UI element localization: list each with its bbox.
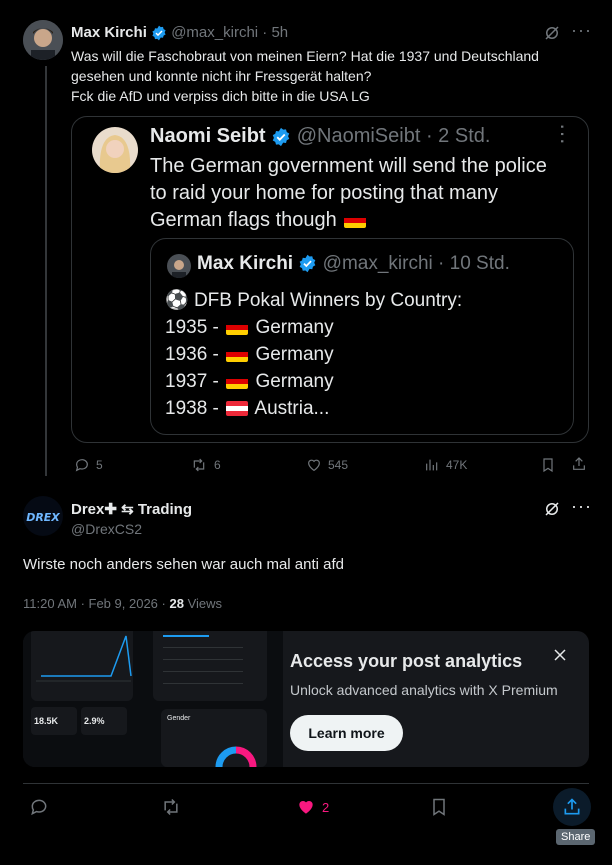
post-time: · 10 Std. bbox=[438, 253, 510, 274]
avatar bbox=[167, 254, 191, 278]
svg-text:DREX: DREX bbox=[26, 511, 60, 524]
avatar-image bbox=[23, 20, 63, 60]
quote-text-line: The German government will send the poli… bbox=[150, 155, 547, 177]
like-button[interactable]: 545 bbox=[306, 457, 348, 473]
author-name: Max Kirchi bbox=[197, 253, 294, 274]
author-handle[interactable]: @max_kirchi bbox=[171, 24, 258, 41]
quoted-post[interactable]: Naomi Seibt @NaomiSeibt · 2 Std. ··· The… bbox=[71, 116, 589, 443]
avatar-image bbox=[92, 127, 138, 173]
nested-row: 1937 - Germany bbox=[165, 371, 334, 392]
learn-more-label: Learn more bbox=[308, 725, 385, 741]
germany-flag-icon bbox=[226, 374, 249, 389]
quote-text-line: German flags though bbox=[150, 207, 547, 234]
analytics-promo-card: 18.5K 2.9% Gender Access your post analy… bbox=[23, 631, 589, 767]
author-name: Naomi Seibt bbox=[150, 125, 266, 147]
author-handle: @max_kirchi bbox=[322, 253, 433, 274]
heart-icon bbox=[308, 459, 320, 472]
author-name[interactable]: Drex✚ ⇆ Trading bbox=[71, 501, 192, 518]
avatar bbox=[92, 127, 138, 173]
share-icon bbox=[564, 798, 580, 815]
germany-flag-icon bbox=[226, 347, 249, 362]
analytics-icon bbox=[426, 459, 438, 471]
learn-more-button[interactable]: Learn more bbox=[290, 715, 403, 751]
analytics-preview-image: 18.5K 2.9% Gender bbox=[23, 631, 283, 767]
thumb-stat: 18.5K bbox=[34, 716, 59, 726]
verified-badge-icon bbox=[152, 25, 166, 41]
grok-icon[interactable] bbox=[543, 24, 561, 42]
bookmark-icon[interactable] bbox=[429, 797, 449, 817]
repost-icon bbox=[193, 458, 205, 472]
share-tooltip: Share bbox=[556, 829, 596, 845]
reply-icon bbox=[75, 459, 88, 472]
nested-row: 1936 - Germany bbox=[165, 344, 334, 365]
post-text-line: Fck die AfD und verpiss dich bitte in di… bbox=[71, 88, 370, 104]
avatar[interactable]: DREX bbox=[23, 496, 63, 536]
soccer-ball-icon: ⚽ bbox=[165, 290, 189, 311]
nested-quoted-post[interactable]: Max Kirchi @max_kirchi · 10 Std. ⚽ DFB P… bbox=[150, 238, 574, 435]
repost-icon[interactable] bbox=[160, 797, 182, 817]
post-text-line: gesehen und konnte nicht ihr Fressgerät … bbox=[71, 68, 372, 84]
repost-count: 6 bbox=[214, 458, 221, 472]
promo-title: Access your post analytics bbox=[290, 651, 523, 671]
like-count: 2 bbox=[322, 799, 330, 815]
like-count: 545 bbox=[328, 458, 349, 472]
more-options-icon[interactable]: ··· bbox=[551, 123, 576, 145]
nested-row: 1935 - Germany bbox=[165, 317, 334, 338]
grok-icon[interactable] bbox=[543, 500, 561, 518]
reply-icon[interactable] bbox=[29, 797, 49, 817]
reply-button[interactable]: 5 bbox=[74, 457, 103, 473]
thumb-stat: 2.9% bbox=[84, 716, 105, 726]
share-icon[interactable] bbox=[571, 456, 587, 472]
nested-text-line: ⚽ DFB Pokal Winners by Country: bbox=[165, 290, 463, 311]
author-handle[interactable]: @DrexCS2 bbox=[71, 521, 142, 537]
views-button[interactable]: 47K bbox=[424, 457, 467, 473]
close-icon[interactable] bbox=[554, 649, 566, 661]
more-options-icon[interactable]: ··· bbox=[571, 20, 592, 41]
views-count: 47K bbox=[446, 458, 468, 472]
quote-text-line: to raid your home for posting that many bbox=[150, 182, 498, 204]
verified-badge-icon bbox=[272, 127, 290, 146]
like-button[interactable]: 2 bbox=[296, 797, 329, 817]
avatar-image: DREX bbox=[23, 496, 63, 536]
austria-flag-icon bbox=[226, 401, 249, 416]
author-name[interactable]: Max Kirchi bbox=[71, 24, 147, 41]
reply-count: 5 bbox=[96, 458, 103, 472]
post-timestamp[interactable]: 11:20 AM · Feb 9, 2026 · bbox=[23, 596, 166, 611]
germany-flag-icon bbox=[344, 213, 367, 228]
post-text: Wirste noch anders sehen war auch mal an… bbox=[23, 556, 344, 573]
nested-row: 1938 - Austria... bbox=[165, 398, 330, 419]
bookmark-icon[interactable] bbox=[540, 457, 556, 473]
views-count: 28 bbox=[169, 596, 184, 611]
thumb-label: Gender bbox=[167, 715, 191, 722]
divider bbox=[23, 783, 589, 784]
heart-filled-icon bbox=[299, 801, 313, 814]
share-button[interactable] bbox=[553, 788, 591, 826]
post-text-line: Was will die Faschobraut von meinen Eier… bbox=[71, 48, 539, 64]
repost-button[interactable]: 6 bbox=[190, 457, 221, 473]
post-time[interactable]: · 5h bbox=[262, 24, 288, 41]
avatar-image bbox=[167, 254, 191, 278]
promo-subtitle: Unlock advanced analytics with X Premium bbox=[290, 682, 558, 698]
more-options-icon[interactable]: ··· bbox=[571, 496, 592, 517]
avatar[interactable] bbox=[23, 20, 63, 60]
verified-badge-icon bbox=[300, 255, 316, 273]
views-label: Views bbox=[187, 596, 223, 611]
thread-line bbox=[45, 66, 47, 476]
author-handle: @NaomiSeibt bbox=[296, 125, 421, 147]
germany-flag-icon bbox=[226, 320, 249, 335]
post-time: · 2 Std. bbox=[425, 125, 491, 147]
